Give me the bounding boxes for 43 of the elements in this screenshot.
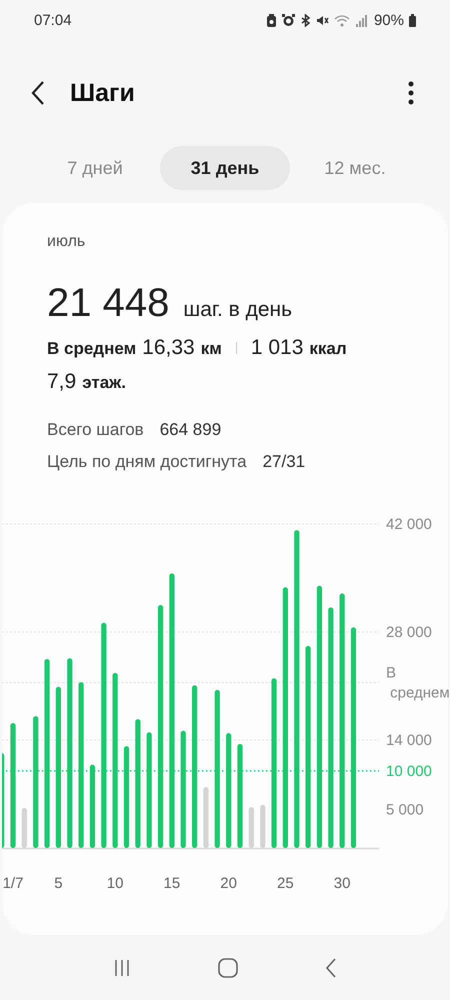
- status-time: 07:04: [34, 12, 72, 28]
- axis-tick-label: 1/7: [2, 875, 24, 892]
- daily-steps: 21 448: [47, 281, 170, 326]
- axis-tick-label: В среднем: [386, 664, 450, 702]
- calories-unit: ккал: [309, 339, 347, 359]
- axis-tick-label: 28 000: [386, 624, 432, 641]
- axis-tick-label: 10: [106, 875, 124, 892]
- battery-icon: [409, 14, 416, 26]
- period-tab[interactable]: 31 день: [160, 146, 290, 190]
- page-title: Шаги: [70, 78, 136, 108]
- back-icon[interactable]: [30, 80, 46, 106]
- calories-value: 1 013: [250, 336, 304, 360]
- goal-days-label: Цель по дням достигнута: [47, 452, 247, 472]
- battery-percent: 90%: [374, 12, 404, 28]
- axis-tick-label: 25: [277, 875, 294, 892]
- axis-tick-label: 42 000: [386, 516, 432, 533]
- distance-value: 16,33: [142, 336, 195, 360]
- signal-icon: [354, 14, 367, 26]
- goal-days-value: 27/31: [262, 452, 306, 472]
- total-steps-value: 664 899: [160, 420, 222, 440]
- alarm-icon: [282, 14, 295, 26]
- distance-unit: км: [200, 339, 222, 359]
- axis-tick-label: 20: [220, 875, 237, 892]
- period-tab[interactable]: 7 дней: [30, 146, 160, 190]
- bluetooth-icon: [300, 14, 311, 26]
- floors-value: 7,9: [47, 370, 76, 394]
- mute-icon: [316, 14, 329, 26]
- period-label: июль: [47, 233, 86, 251]
- axis-tick-label: 14 000: [386, 732, 432, 749]
- axis-tick-label: 5 000: [386, 801, 424, 818]
- total-steps-label: Всего шагов: [47, 420, 144, 440]
- axis-tick-label: 10 000: [386, 762, 432, 780]
- axis-tick-label: 30: [334, 875, 350, 892]
- back-nav-icon[interactable]: [324, 956, 338, 978]
- average-label: В среднем: [47, 339, 136, 359]
- floors-unit: этаж.: [82, 373, 126, 393]
- period-tab[interactable]: 12 мес.: [290, 146, 420, 190]
- axis-tick-label: 5: [54, 875, 63, 892]
- axis-tick-label: 15: [164, 875, 180, 892]
- wifi-icon: [334, 14, 350, 26]
- daily-steps-unit: шаг. в день: [183, 298, 292, 322]
- home-icon[interactable]: [216, 956, 239, 978]
- more-icon[interactable]: [408, 81, 414, 105]
